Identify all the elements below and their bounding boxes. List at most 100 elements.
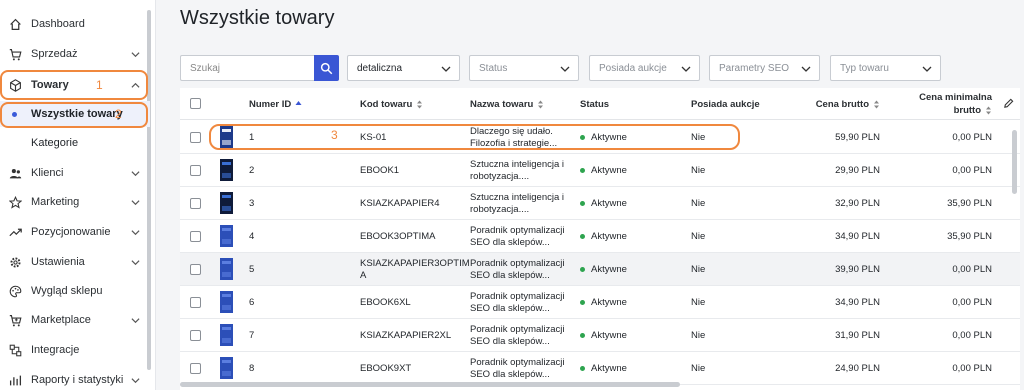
chevron-down-icon [131,376,140,385]
cell-min-price: 0,00 PLN [952,165,992,176]
cell-status: Aktywne [580,220,627,253]
sidebar-item-raporty[interactable]: Raporty i statystyki [0,366,150,390]
row-checkbox[interactable] [190,330,201,341]
status-select[interactable]: Status [469,55,579,81]
cell-id: 4 [249,231,255,242]
search-input[interactable] [180,55,314,81]
row-checkbox[interactable] [190,198,201,209]
table-row[interactable]: 3 KSIAZKAPAPIER4 Sztuczna inteligencja i ro… [180,187,1020,220]
cell-id: 3 [249,198,255,209]
chevron-down-icon [801,64,811,74]
cell-name[interactable]: Sztuczna inteligencja i robotyzacja.... [470,187,575,220]
row-checkbox[interactable] [190,132,201,143]
search-button[interactable] [314,55,339,81]
column-header-price[interactable]: Cena brutto [800,88,880,120]
edit-columns-pencil-icon[interactable] [1003,98,1014,109]
sidebar-item-klienci[interactable]: Klienci [0,159,150,187]
product-thumbnail[interactable] [220,258,233,280]
sidebar-item-wyglad-sklepu[interactable]: Wygląd sklepu [0,277,150,305]
column-header-id[interactable]: Numer ID [249,88,302,120]
sort-icon [537,100,544,109]
auction-select[interactable]: Posiada aukcje [589,55,700,81]
table-row[interactable]: 5 KSIAZKAPAPIER3OPTIM A Poradnik optymaliza… [180,253,1020,286]
users-icon [8,166,22,180]
cell-name[interactable]: Poradnik optymalizacji SEO dla sklepów... [470,319,575,352]
cell-id: 6 [249,297,255,308]
table-row[interactable]: 2 EBOOK1 Sztuczna inteligencja i robotyzacj… [180,154,1020,187]
row-checkbox[interactable] [190,297,201,308]
annotation-box-1 [0,70,148,100]
status-dot-icon [580,333,585,338]
cell-code: KSIAZKAPAPIER2XL [360,329,452,341]
table-row[interactable]: 4 EBOOK3OPTIMA Poradnik optymalizacji SEO d… [180,220,1020,253]
column-header-status[interactable]: Status [580,88,609,120]
sidebar-subitem-kategorie[interactable]: Kategorie [0,130,150,156]
row-checkbox[interactable] [190,363,201,374]
column-header-min-price[interactable]: Cena minimalna brutto [912,88,992,120]
sidebar-item-sprzedaz[interactable]: Sprzedaż [0,40,150,68]
product-thumbnail[interactable] [220,357,233,379]
cell-auction: Nie [691,363,706,374]
cell-name[interactable]: Poradnik optymalizacji SEO dla sklepów... [470,220,575,253]
cell-min-price: 0,00 PLN [952,363,992,374]
cell-status: Aktywne [580,352,627,385]
table-row[interactable]: 7 KSIAZKAPAPIER2XL Poradnik optymalizacji S… [180,319,1020,352]
integration-icon [8,343,22,357]
chevron-down-icon [922,64,932,74]
product-thumbnail[interactable] [220,324,233,346]
price-type-select[interactable]: detaliczna [347,55,460,81]
annotation-box-2 [0,102,148,128]
chevron-down-icon [131,316,140,325]
cell-price: 31,90 PLN [835,330,880,341]
column-header-code[interactable]: Kod towaru [360,88,423,120]
cell-auction: Nie [691,165,706,176]
cell-min-price: 35,90 PLN [947,198,992,209]
select-all-checkbox[interactable] [190,98,201,109]
product-thumbnail[interactable] [220,192,233,214]
product-thumbnail[interactable] [220,225,233,247]
sidebar-item-ustawienia[interactable]: Ustawienia [0,248,150,276]
cell-status: Aktywne [580,286,627,319]
sidebar-item-dashboard[interactable]: Dashboard [0,10,150,38]
product-type-select[interactable]: Typ towaru [830,55,941,81]
table-horizontal-scrollbar[interactable] [180,382,680,387]
sidebar-item-marketing[interactable]: Marketing [0,188,150,216]
product-thumbnail[interactable] [220,159,233,181]
cell-name[interactable]: Poradnik optymalizacji SEO dla sklepów... [470,352,575,385]
cell-price: 39,90 PLN [835,264,880,275]
column-header-auction[interactable]: Posiada aukcje [691,88,760,120]
chevron-down-icon [131,169,140,178]
cell-auction: Nie [691,231,706,242]
row-checkbox[interactable] [190,165,201,176]
row-checkbox[interactable] [190,264,201,275]
annotation-box-3 [209,124,740,150]
cell-id: 8 [249,363,255,374]
page-title: Wszystkie towary [180,7,335,29]
cell-name[interactable]: Poradnik optymalizacji SEO dla sklepów... [470,286,575,319]
sidebar-item-integracje[interactable]: Integracje [0,336,150,364]
cell-name[interactable]: Sztuczna inteligencja i robotyzacja.... [470,154,575,187]
cell-auction: Nie [691,264,706,275]
status-dot-icon [580,201,585,206]
cell-min-price: 0,00 PLN [952,330,992,341]
chevron-down-icon [131,198,140,207]
product-thumbnail[interactable] [220,291,233,313]
table-vertical-scrollbar[interactable] [1012,130,1017,194]
row-checkbox[interactable] [190,231,201,242]
trend-icon [8,225,22,239]
status-dot-icon [580,300,585,305]
table-row[interactable]: 6 EBOOK6XL Poradnik optymalizacji SEO dla s… [180,286,1020,319]
table-row[interactable]: 8 EBOOK9XT Poradnik optymalizacji SEO dla s… [180,352,1020,385]
cell-code: KSIAZKAPAPIER3OPTIM A [360,257,470,281]
cell-id: 5 [249,264,255,275]
cell-auction: Nie [691,297,706,308]
search-icon [320,62,333,74]
sidebar-item-marketplace[interactable]: Marketplace [0,306,150,334]
cart-icon [8,47,22,61]
cell-code: EBOOK9XT [360,362,412,374]
cell-name[interactable]: Poradnik optymalizacji SEO dla sklepów... [470,253,575,286]
status-dot-icon [580,267,585,272]
sidebar-item-pozycjonowanie[interactable]: Pozycjonowanie [0,218,150,246]
seo-select[interactable]: Parametry SEO [709,55,820,81]
column-header-name[interactable]: Nazwa towaru [470,88,544,120]
